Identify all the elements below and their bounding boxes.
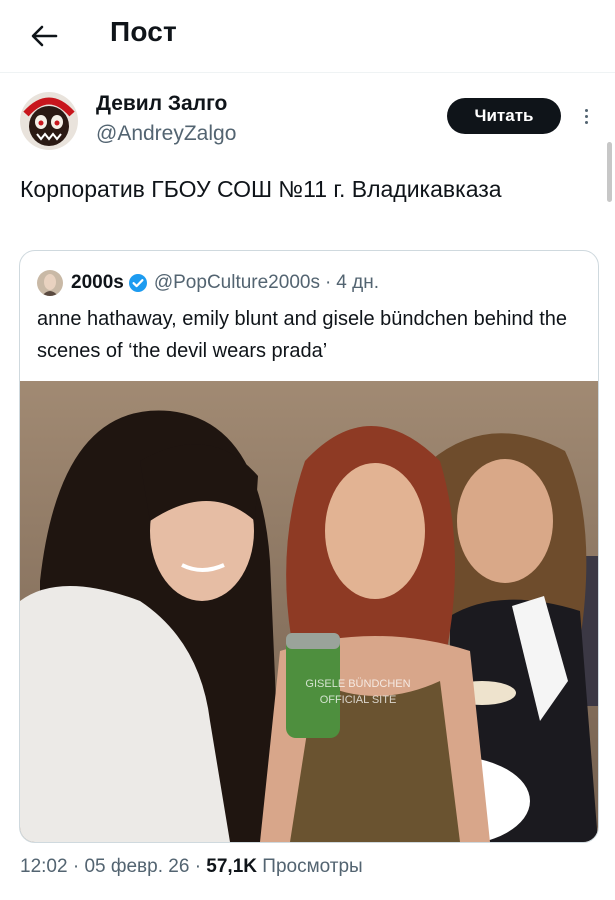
separator: · — [194, 856, 202, 877]
post-date: 05 февр. 26 — [84, 856, 190, 877]
back-button[interactable] — [24, 18, 64, 54]
quoted-post-header: 2000s @PopCulture2000s · 4 дн. — [37, 269, 379, 297]
follow-button[interactable]: Читать — [447, 98, 561, 134]
separator: · — [72, 856, 80, 877]
quoted-post[interactable]: 2000s @PopCulture2000s · 4 дн. anne hath… — [19, 250, 599, 843]
post-time: 12:02 — [20, 856, 68, 877]
author-handle[interactable]: @AndreyZalgo — [96, 122, 236, 146]
more-vertical-icon[interactable] — [578, 102, 594, 130]
author-avatar[interactable] — [20, 92, 78, 150]
quoted-avatar — [37, 270, 63, 296]
post-meta: 12:02 · 05 февр. 26 · 57,1K Просмотры — [20, 856, 363, 878]
scrollbar[interactable] — [607, 142, 612, 202]
page-title: Пост — [110, 16, 177, 47]
arrow-left-icon — [31, 25, 58, 47]
separator: · — [324, 272, 332, 293]
quoted-handle: @PopCulture2000s — [153, 272, 320, 293]
quoted-author-name: 2000s — [71, 272, 124, 293]
author-name[interactable]: Девил Залго — [96, 92, 227, 116]
verified-badge-icon — [128, 273, 148, 293]
top-bar: Пост — [0, 0, 615, 73]
views-count[interactable]: 57,1K — [206, 856, 257, 877]
quoted-photo[interactable]: GISELE BÜNDCHEN OFFICIAL SITE — [20, 381, 598, 842]
views-label: Просмотры — [262, 856, 363, 877]
quoted-time: 4 дн. — [336, 272, 380, 293]
watermark-line-1: GISELE BÜNDCHEN — [305, 678, 410, 690]
quoted-text: anne hathaway, emily blunt and gisele bü… — [37, 308, 568, 362]
watermark-line-2: OFFICIAL SITE — [320, 694, 397, 706]
post-text: Корпоратив ГБОУ СОШ №11 г. Владикавказа — [20, 176, 502, 202]
